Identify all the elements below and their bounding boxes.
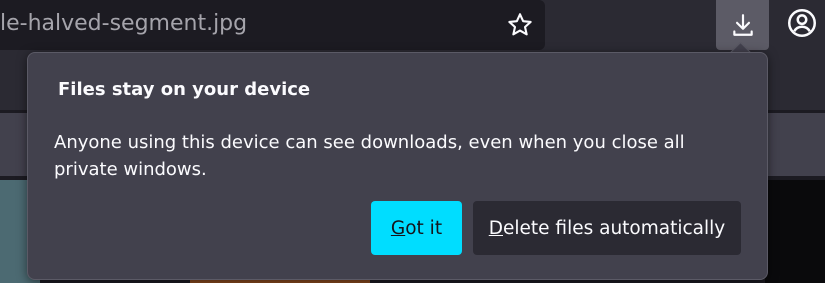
- page-content-right: [765, 180, 825, 283]
- delete-files-accesskey: D: [488, 217, 503, 239]
- delete-files-label: elete files automatically: [503, 217, 726, 239]
- url-text: le-halved-segment.jpg: [0, 11, 248, 36]
- delete-files-automatically-button[interactable]: Delete files automatically: [473, 201, 741, 255]
- got-it-accesskey: G: [390, 217, 406, 239]
- downloads-button[interactable]: [716, 0, 769, 50]
- account-icon: [788, 9, 816, 37]
- panel-message: Anyone using this device can see downloa…: [54, 132, 685, 180]
- account-button[interactable]: [782, 3, 822, 43]
- download-icon: [732, 14, 753, 36]
- address-bar[interactable]: le-halved-segment.jpg: [0, 0, 545, 50]
- got-it-button[interactable]: Got it: [371, 201, 462, 255]
- got-it-label: ot it: [405, 217, 443, 239]
- bookmark-button[interactable]: [500, 5, 540, 45]
- downloads-privacy-panel: Files stay on your device Anyone using t…: [27, 52, 768, 280]
- star-icon: [508, 13, 532, 36]
- browser-toolbar: le-halved-segment.jpg: [0, 0, 825, 52]
- panel-title: Files stay on your device: [58, 79, 311, 100]
